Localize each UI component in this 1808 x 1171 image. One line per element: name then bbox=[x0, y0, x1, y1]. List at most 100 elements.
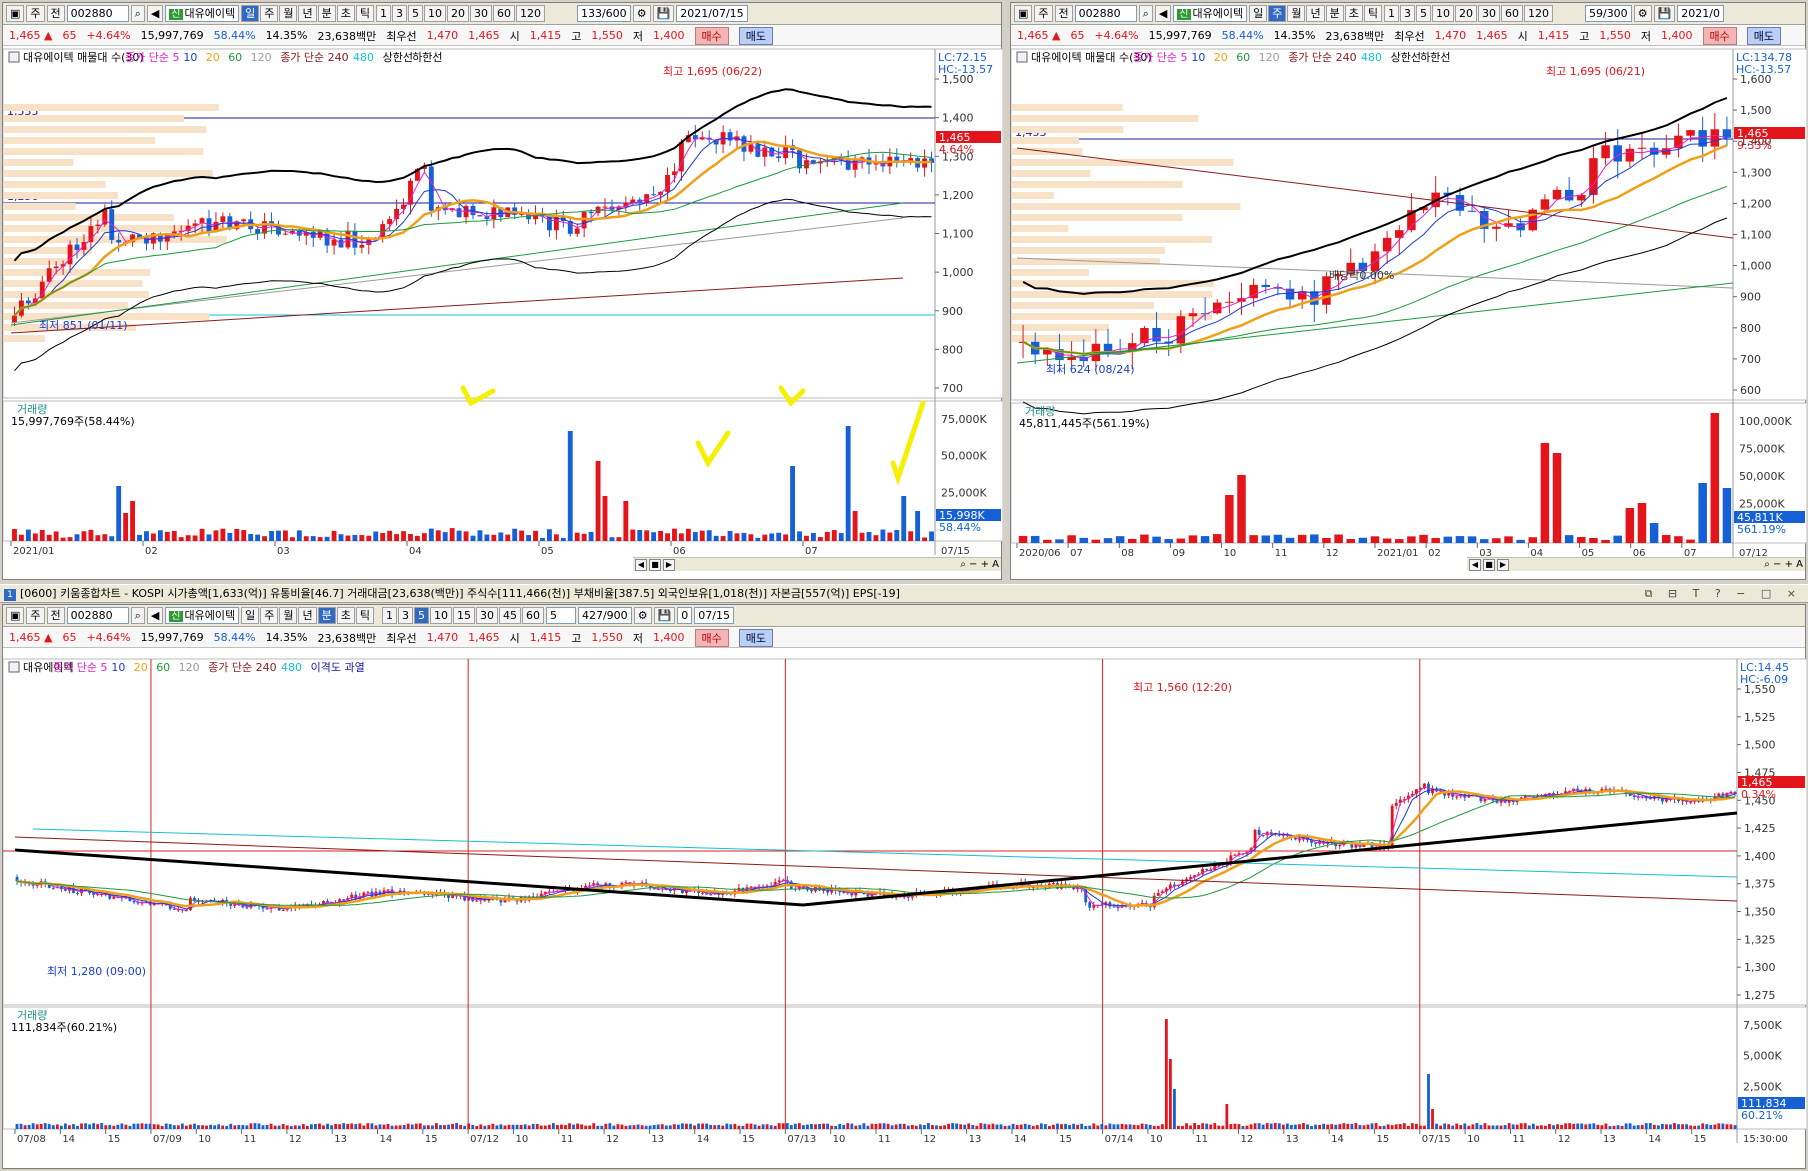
volume-bar bbox=[185, 535, 191, 541]
candle-body bbox=[53, 266, 59, 269]
volume-bar bbox=[507, 1124, 511, 1129]
volume-bar bbox=[1698, 483, 1707, 543]
y-tick-label: 600 bbox=[1740, 384, 1761, 397]
legend-item-1: 종가 단순 5 bbox=[125, 51, 179, 64]
volume-current-pct: 561.19% bbox=[1737, 523, 1786, 536]
volume-bar bbox=[1120, 1123, 1124, 1129]
volume-bar bbox=[1523, 1123, 1527, 1129]
volume-bar bbox=[378, 1124, 382, 1129]
legend-collapse-icon bbox=[8, 661, 20, 673]
stop-icon[interactable]: ■ bbox=[649, 558, 661, 571]
daily-chart-window: ▣ 주 전 002880 ⌕ ◀ 신 대유에이텍 일주월년분초틱 1 3 5 10 20 3… bbox=[2, 2, 1003, 581]
x-tick-label: 07 bbox=[1070, 548, 1083, 559]
volume-bar bbox=[596, 1125, 600, 1129]
volume-bar bbox=[1725, 1124, 1729, 1129]
daily-scrollbar[interactable]: ◀ ■ ▶ ⌕ − + A bbox=[633, 557, 1001, 571]
legend-item-3: 20 bbox=[134, 661, 148, 674]
x-tick-label: 13 bbox=[1603, 1134, 1616, 1145]
volume-bar bbox=[595, 461, 601, 541]
volume-bar bbox=[769, 1125, 773, 1129]
volume-bar bbox=[693, 1125, 696, 1129]
volume-bar bbox=[265, 1124, 269, 1129]
volume-profile-bar bbox=[3, 115, 185, 122]
candle-body bbox=[588, 211, 594, 214]
legend-item-7: 480 bbox=[353, 51, 374, 64]
scroll-left-icon[interactable]: ◀ bbox=[1469, 558, 1481, 571]
stop-icon[interactable]: ■ bbox=[1483, 558, 1495, 571]
volume-bar bbox=[1108, 1123, 1112, 1129]
weekly-scrollbar[interactable]: ◀ ■ ▶ ⌕ − + A bbox=[1467, 557, 1805, 571]
volume-bar bbox=[1104, 1125, 1108, 1129]
volume-bar bbox=[1249, 1124, 1253, 1129]
volume-bar bbox=[1140, 534, 1149, 543]
volume-profile-bar bbox=[3, 258, 73, 265]
volume-bar bbox=[1100, 1124, 1104, 1129]
volume-bar bbox=[35, 1124, 39, 1129]
volume-bar bbox=[160, 1125, 164, 1129]
volume-tick-label: 2,500K bbox=[1743, 1080, 1782, 1093]
x-tick-label: 15 bbox=[425, 1134, 438, 1145]
volume-profile-bar bbox=[1011, 236, 1213, 243]
legend-item-5: 120 bbox=[1259, 51, 1280, 64]
volume-bar bbox=[74, 534, 80, 541]
volume-bar bbox=[637, 529, 643, 541]
volume-bar bbox=[156, 1124, 160, 1129]
volume-bar bbox=[128, 1125, 132, 1129]
hc-label: HC:-6.09 bbox=[1740, 673, 1788, 686]
minute-price-chart[interactable]: 대유에이텍종가 단순 5 10 20 60 120 종가 단순 240 480 이격도 과열1… bbox=[3, 605, 1807, 1170]
minute-window-titlebar[interactable]: 1 [0600] 키움종합차트 - KOSPI 시가총액[1,633(억)] 유통… bbox=[0, 584, 1808, 603]
volume-bar bbox=[656, 1124, 660, 1129]
volume-bar bbox=[140, 1123, 144, 1129]
volume-bar bbox=[1729, 1124, 1733, 1129]
volume-bar bbox=[1076, 1124, 1080, 1129]
volume-bar bbox=[31, 1123, 35, 1129]
zoom-icon[interactable]: ⌕ − + A bbox=[960, 559, 999, 570]
volume-bar bbox=[301, 1124, 305, 1129]
volume-bar bbox=[922, 1125, 926, 1129]
volume-profile-bar bbox=[1011, 203, 1241, 210]
candle-body bbox=[282, 233, 288, 235]
volume-bar bbox=[1487, 1125, 1491, 1129]
volume-bar bbox=[1265, 1123, 1269, 1129]
volume-bar bbox=[588, 1125, 592, 1129]
volume-bar bbox=[72, 1124, 75, 1129]
candle-body bbox=[624, 882, 628, 884]
volume-bar bbox=[580, 1124, 584, 1129]
volume-bar bbox=[1241, 1125, 1245, 1129]
volume-current-pct: 58.44% bbox=[939, 521, 981, 534]
volume-bar bbox=[192, 535, 198, 541]
volume-bar bbox=[471, 1124, 475, 1129]
zoom-icon[interactable]: ⌕ − + A bbox=[1764, 559, 1803, 570]
y-tick-label: 1,350 bbox=[1744, 906, 1776, 919]
volume-bar bbox=[777, 1123, 781, 1129]
window-controls[interactable]: ⧉ ⊟ T ? − □ × bbox=[1645, 585, 1802, 602]
volume-bar bbox=[721, 1125, 725, 1129]
weekly-price-chart[interactable]: 대유에이텍 매물대 수(30)종가 단순 5 10 20 60 120 종가 단순 240… bbox=[1011, 3, 1807, 581]
volume-bar bbox=[1640, 1124, 1644, 1129]
scroll-right-icon[interactable]: ▶ bbox=[663, 558, 675, 571]
volume-bar bbox=[12, 529, 17, 541]
candle-body bbox=[67, 244, 73, 265]
volume-bar bbox=[1463, 1123, 1467, 1129]
volume-bar bbox=[359, 535, 365, 541]
x-tick-label: 08 bbox=[1121, 548, 1134, 559]
volume-bar bbox=[1613, 535, 1622, 543]
volume-bar bbox=[818, 1123, 821, 1129]
legend-item-2: 10 bbox=[1191, 51, 1205, 64]
volume-bar bbox=[180, 1123, 184, 1129]
scroll-left-icon[interactable]: ◀ bbox=[635, 558, 647, 571]
scroll-right-icon[interactable]: ▶ bbox=[1497, 558, 1509, 571]
legend-collapse-icon bbox=[8, 51, 20, 63]
y-tick-label: 1,400 bbox=[942, 112, 974, 125]
volume-bar bbox=[755, 537, 761, 541]
volume-bar bbox=[331, 530, 337, 541]
volume-tick-label: 100,000K bbox=[1739, 415, 1792, 428]
volume-bar bbox=[148, 1123, 152, 1129]
volume-bar bbox=[873, 535, 879, 541]
volume-bar bbox=[783, 534, 789, 541]
volume-bar bbox=[1674, 536, 1683, 543]
daily-price-chart[interactable]: 대유에이텍 매물대 수(30)종가 단순 5 10 20 60 120 종가 단순 240… bbox=[3, 3, 1003, 581]
volume-bar bbox=[1556, 1124, 1559, 1129]
volume-bar bbox=[543, 1125, 547, 1129]
volume-bar bbox=[1221, 1125, 1225, 1129]
